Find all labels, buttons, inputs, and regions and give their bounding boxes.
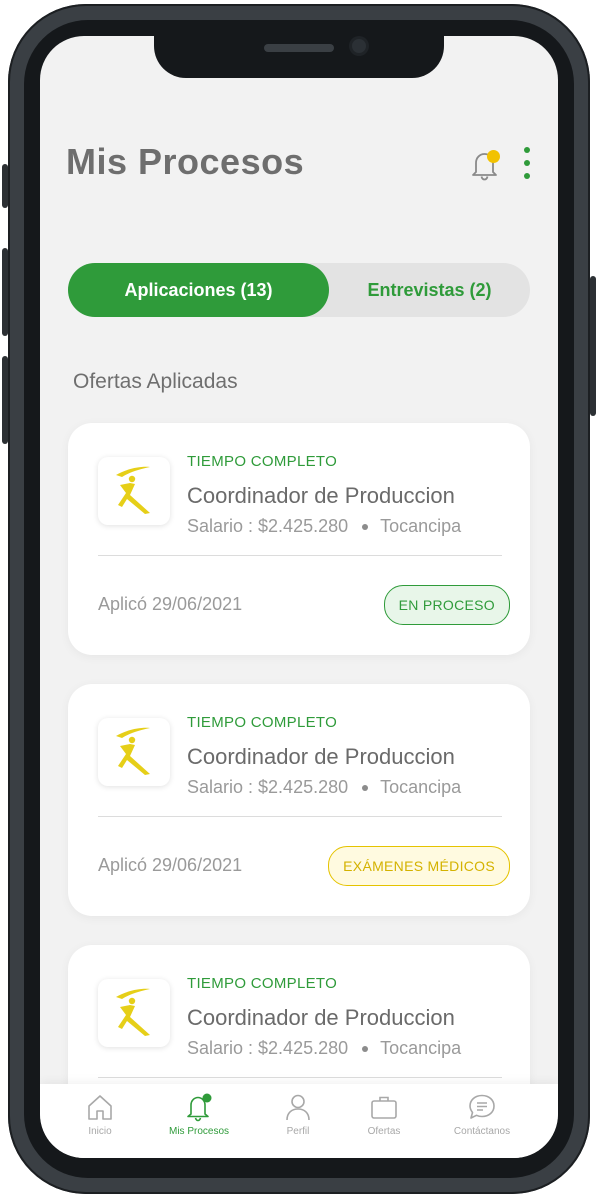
company-logo-icon [116, 727, 150, 775]
job-meta: Salario : $2.425.280 Tocancipa [187, 516, 461, 537]
bell-icon [472, 150, 500, 181]
separator-dot [362, 524, 369, 531]
bottom-navigation: Inicio Mis Procesos Perfil Ofertas Contá… [40, 1084, 558, 1158]
separator-dot [362, 785, 369, 792]
job-title: Coordinador de Produccion [187, 744, 455, 769]
job-title: Coordinador de Produccion [187, 1005, 455, 1030]
job-type: TIEMPO COMPLETO [187, 714, 338, 731]
nav-inicio[interactable]: Inicio [52, 1092, 148, 1137]
process-tabs: Aplicaciones (13) Entrevistas (2) [68, 263, 530, 317]
volume-down-button [2, 356, 8, 444]
company-logo [98, 457, 170, 525]
volume-up-button [2, 248, 8, 336]
job-salary: Salario : $2.425.280 [187, 516, 349, 536]
applied-date: Aplicó 29/06/2021 [98, 594, 243, 614]
company-logo [98, 718, 170, 786]
app-screen: Mis Procesos Aplicaciones (13) Entrevist… [40, 36, 558, 1158]
nav-perfil[interactable]: Perfil [250, 1092, 346, 1137]
nav-label: Mis Procesos [168, 1126, 229, 1137]
home-icon [88, 1095, 112, 1120]
company-logo [98, 979, 170, 1047]
tab-aplicaciones[interactable]: Aplicaciones (13) [68, 263, 329, 317]
more-options-button[interactable] [522, 147, 532, 183]
nav-label: Perfil [286, 1126, 310, 1137]
notch [154, 36, 444, 78]
bell-icon [187, 1093, 212, 1122]
front-camera [352, 39, 366, 53]
job-meta: Salario : $2.425.280 Tocancipa [187, 777, 461, 798]
job-type: TIEMPO COMPLETO [187, 453, 338, 470]
job-meta: Salario : $2.425.280 Tocancipa [187, 1038, 461, 1059]
divider [98, 555, 502, 556]
power-button [590, 276, 596, 416]
job-title: Coordinador de Produccion [187, 483, 455, 508]
notifications-button[interactable] [468, 148, 502, 182]
notification-dot [487, 150, 500, 163]
company-logo-icon [116, 988, 150, 1036]
application-card[interactable]: TIEMPO COMPLETO Coordinador de Produccio… [68, 684, 530, 916]
nav-ofertas[interactable]: Ofertas [336, 1092, 432, 1137]
mute-switch [2, 164, 8, 208]
job-location: Tocancipa [380, 1038, 462, 1058]
job-salary: Salario : $2.425.280 [187, 777, 349, 797]
applied-date: Aplicó 29/06/2021 [98, 855, 243, 875]
nav-contactanos[interactable]: Contáctanos [434, 1092, 530, 1137]
divider [98, 816, 502, 817]
tab-entrevistas[interactable]: Entrevistas (2) [329, 263, 530, 317]
briefcase-icon [371, 1096, 397, 1119]
job-type: TIEMPO COMPLETO [187, 975, 338, 992]
speaker [264, 44, 334, 52]
company-logo-icon [116, 466, 150, 514]
status-badge: EN PROCESO [383, 585, 510, 625]
job-salary: Salario : $2.425.280 [187, 1038, 349, 1058]
nav-label: Inicio [88, 1126, 112, 1137]
page-title: Mis Procesos [66, 141, 305, 182]
section-title: Ofertas Aplicadas [73, 370, 238, 393]
job-location: Tocancipa [380, 777, 462, 797]
divider [98, 1077, 502, 1078]
nav-label: Ofertas [367, 1126, 401, 1137]
application-card[interactable]: TIEMPO COMPLETO Coordinador de Produccio… [68, 423, 530, 655]
nav-label: Contáctanos [453, 1126, 511, 1137]
nav-mis-procesos[interactable]: Mis Procesos [151, 1092, 247, 1137]
user-icon [286, 1094, 310, 1121]
chat-icon [469, 1094, 495, 1119]
job-location: Tocancipa [380, 516, 462, 536]
status-badge: EXÁMENES MÉDICOS [328, 846, 510, 886]
separator-dot [362, 1046, 369, 1053]
